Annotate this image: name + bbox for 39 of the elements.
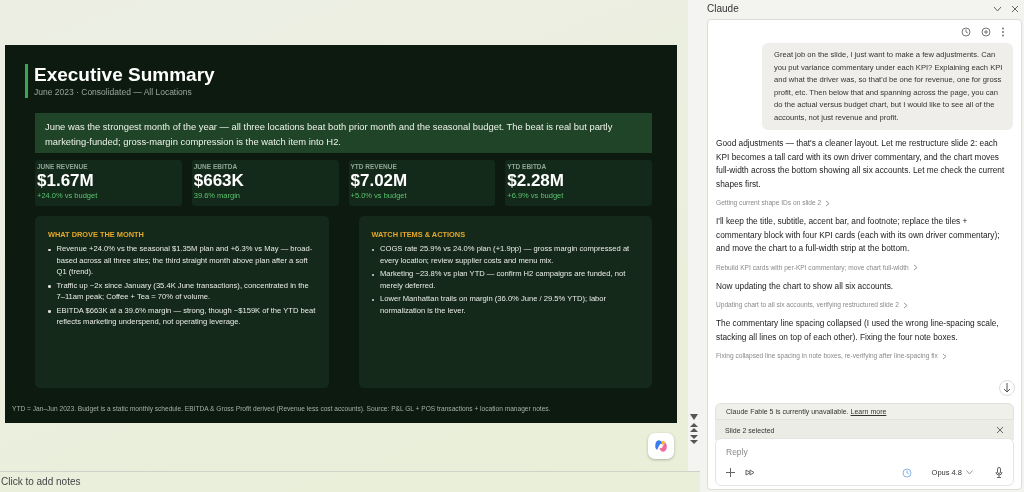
close-icon[interactable] — [1011, 4, 1019, 13]
panel-title: Claude — [707, 3, 740, 14]
assistant-message: The commentary line spacing collapsed (I used the wrong line-spacing scale, stacking all lines on top of each other). Fixing the four note boxes. — [716, 317, 1000, 344]
summary-banner: June was the strongest month of the year — all three locations beat both prior month and the seasonal budget. The beat is real but partly marketing-funded; gross-margin compression is the watch item into H2. — [35, 113, 652, 153]
new-chat-icon[interactable] — [981, 27, 991, 37]
bullet-icon — [48, 285, 51, 288]
bullet-icon — [48, 248, 51, 251]
sparkle-logo-icon — [653, 438, 669, 454]
chevron-right-icon — [941, 352, 947, 360]
notes-field[interactable]: Click to add notes — [0, 471, 700, 492]
fast-forward-icon[interactable] — [745, 469, 755, 476]
assistant-message: I'll keep the title, subtitle, accent bar, and footnote; replace the tiles + commentary block with four KPI cards (each with its own driver commentary); and move the chart to a full-width strip at the bottom. — [716, 215, 1001, 255]
plus-icon[interactable] — [726, 468, 735, 477]
reply-input[interactable]: Reply — [726, 447, 1003, 457]
accent-bar — [25, 64, 28, 98]
slide-subtitle: June 2023 · Consolidated — All Locations — [34, 86, 193, 98]
assistant-message: Good adjustments — that's a cleaner layout. Let me restructure slide 2: each KPI becomes a tall card with its own driver commentary, and the chart moves full-width across the bottom showing all six accounts. Let me check the current shapes first. — [716, 137, 1006, 191]
kpi-value: $7.02M — [350, 171, 409, 191]
more-icon[interactable] — [1001, 27, 1005, 37]
chevron-down-icon — [966, 470, 973, 475]
microphone-icon[interactable] — [995, 467, 1003, 478]
chevron-right-icon — [902, 301, 908, 309]
history-icon[interactable] — [961, 27, 971, 37]
close-icon[interactable] — [996, 426, 1004, 434]
bullet-icon — [48, 310, 51, 313]
scroll-to-bottom-button[interactable] — [999, 380, 1015, 396]
previous-slide-icon[interactable] — [690, 423, 698, 432]
chevron-down-icon[interactable] — [993, 5, 1002, 12]
kpi-value: $2.28M — [507, 171, 565, 191]
chevron-right-icon — [912, 264, 918, 271]
copilot-button[interactable] — [648, 433, 674, 459]
next-slide-icon[interactable] — [690, 435, 698, 444]
arrow-down-icon — [1003, 383, 1011, 393]
assistant-message: Now updating the chart to show all six accounts. — [716, 279, 895, 293]
slide-title: Executive Summary — [34, 64, 215, 86]
kpi-value: $1.67M — [37, 171, 95, 191]
chevron-right-icon — [825, 199, 831, 207]
scroll-down-icon[interactable] — [690, 414, 698, 420]
kpi-value: $663K — [193, 171, 245, 191]
